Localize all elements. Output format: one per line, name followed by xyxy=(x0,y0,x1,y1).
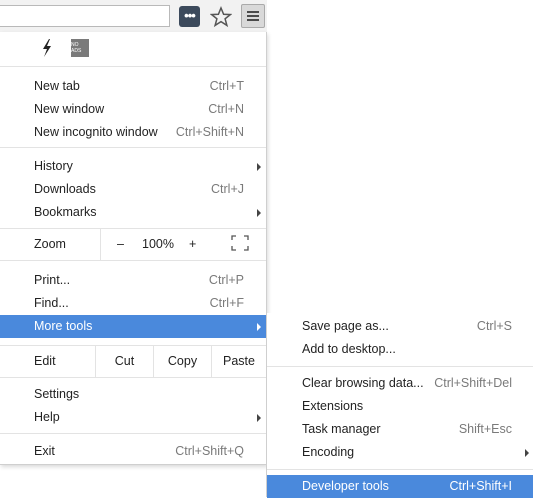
extension-row: NO ADS xyxy=(0,32,266,66)
menu-item-print[interactable]: Print... Ctrl+P xyxy=(0,269,266,292)
noads-icon[interactable]: NO ADS xyxy=(71,39,89,57)
divider xyxy=(267,366,533,367)
menu-item-bookmarks[interactable]: Bookmarks xyxy=(0,201,266,224)
hamburger-icon xyxy=(247,11,259,13)
zoom-in-button[interactable]: + xyxy=(189,228,196,260)
menu-item-save-page[interactable]: Save page as... Ctrl+S xyxy=(267,315,533,338)
menu-item-exit[interactable]: Exit Ctrl+Shift+Q xyxy=(0,440,266,463)
menu-item-new-incognito[interactable]: New incognito window Ctrl+Shift+N xyxy=(0,121,266,144)
menu-item-downloads[interactable]: Downloads Ctrl+J xyxy=(0,178,266,201)
menu-item-encoding[interactable]: Encoding xyxy=(267,441,533,464)
divider xyxy=(0,377,266,378)
menu-item-task-manager[interactable]: Task manager Shift+Esc xyxy=(267,418,533,441)
address-bar[interactable] xyxy=(0,5,170,27)
divider xyxy=(0,260,266,261)
menu-item-more-tools[interactable]: More tools xyxy=(0,315,266,338)
chrome-menu: NO ADS New tab Ctrl+T New window Ctrl+N … xyxy=(0,32,267,465)
flash-icon[interactable] xyxy=(40,38,54,58)
paste-button[interactable]: Paste xyxy=(211,345,266,377)
divider xyxy=(0,147,266,148)
extension-icon[interactable]: ••• xyxy=(179,6,200,27)
zoom-row: Zoom – 100% + xyxy=(0,228,266,260)
menu-item-clear-browsing-data[interactable]: Clear browsing data... Ctrl+Shift+Del xyxy=(267,372,533,395)
browser-toolbar: ••• xyxy=(0,0,267,32)
divider xyxy=(267,469,533,470)
zoom-controls: – 100% + xyxy=(100,228,266,260)
chevron-right-icon xyxy=(257,163,261,171)
menu-item-help[interactable]: Help xyxy=(0,406,266,429)
chevron-right-icon xyxy=(525,449,529,457)
menu-item-developer-tools[interactable]: Developer tools Ctrl+Shift+I xyxy=(267,475,533,498)
menu-item-new-tab[interactable]: New tab Ctrl+T xyxy=(0,75,266,98)
zoom-out-button[interactable]: – xyxy=(117,228,124,260)
zoom-level: 100% xyxy=(142,237,174,251)
divider xyxy=(0,66,266,67)
menu-item-find[interactable]: Find... Ctrl+F xyxy=(0,292,266,315)
cut-button[interactable]: Cut xyxy=(95,345,153,377)
menu-item-history[interactable]: History xyxy=(0,155,266,178)
copy-button[interactable]: Copy xyxy=(153,345,211,377)
menu-item-extensions[interactable]: Extensions xyxy=(267,395,533,418)
menu-item-new-window[interactable]: New window Ctrl+N xyxy=(0,98,266,121)
menu-item-settings[interactable]: Settings xyxy=(0,383,266,406)
chevron-right-icon xyxy=(257,414,261,422)
divider xyxy=(0,433,266,434)
chevron-right-icon xyxy=(257,209,261,217)
edit-row: Edit Cut Copy Paste xyxy=(0,345,266,377)
chrome-menu-button[interactable] xyxy=(241,4,265,28)
star-icon[interactable] xyxy=(210,6,232,28)
fullscreen-icon[interactable] xyxy=(231,235,249,251)
more-tools-submenu: Save page as... Ctrl+S Add to desktop...… xyxy=(266,313,533,498)
chevron-right-icon xyxy=(257,323,261,331)
ellipsis-icon: ••• xyxy=(184,7,196,23)
menu-item-add-to-desktop[interactable]: Add to desktop... xyxy=(267,338,533,361)
